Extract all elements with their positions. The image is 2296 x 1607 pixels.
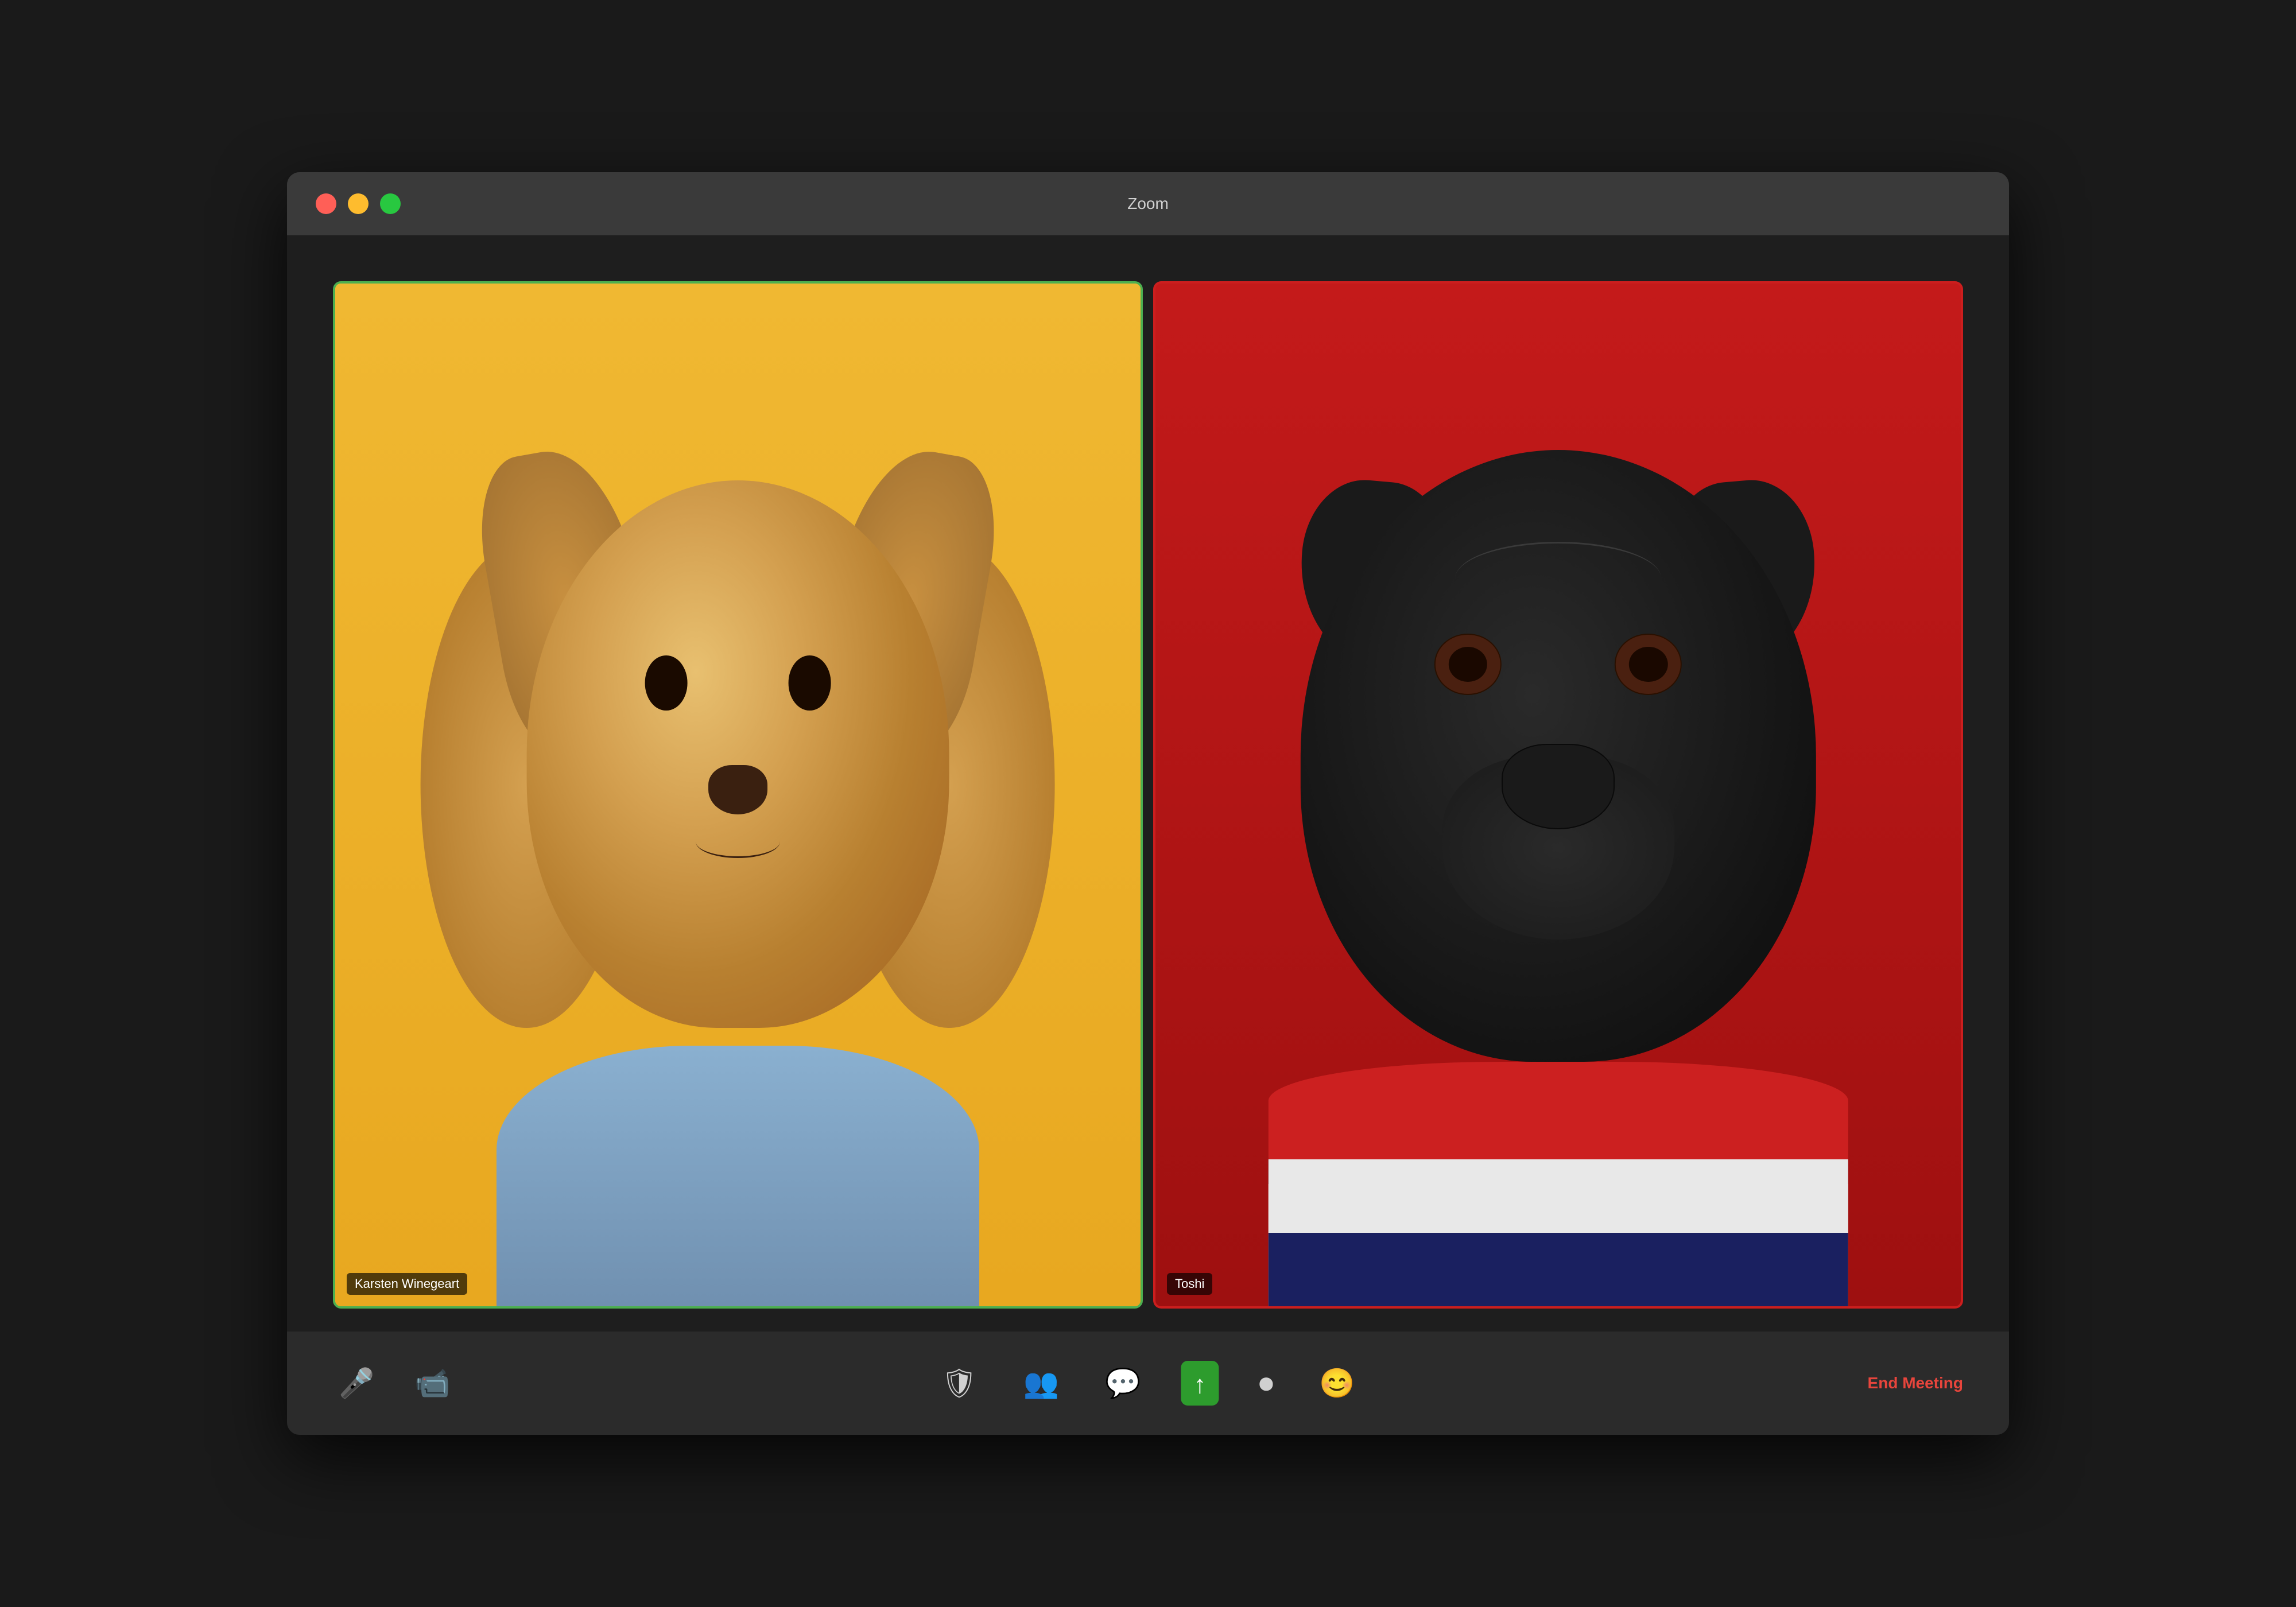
pug-eye-right — [1615, 634, 1682, 695]
main-content: Karsten Winegeart — [287, 235, 2009, 1435]
fluffy-mouth — [696, 825, 780, 858]
video-icon — [414, 1369, 450, 1398]
traffic-lights — [316, 193, 401, 214]
participant-tile-karsten[interactable]: Karsten Winegeart — [333, 281, 1143, 1309]
participant-name-karsten: Karsten Winegeart — [347, 1273, 467, 1295]
chat-button[interactable] — [1099, 1363, 1146, 1403]
fluffy-head — [526, 480, 949, 1089]
participants-icon — [1023, 1369, 1059, 1398]
video-feed-toshi — [1155, 284, 1961, 1306]
participant-tile-toshi[interactable]: Toshi — [1153, 281, 1963, 1309]
pug-wrinkle — [1455, 542, 1661, 615]
pug-face — [1301, 450, 1816, 1061]
pug-head — [1301, 450, 1816, 1061]
chat-icon — [1105, 1369, 1141, 1398]
fluffy-eye-right — [789, 655, 831, 710]
zoom-window: Zoom — [287, 172, 2009, 1435]
fluffy-body — [497, 1046, 980, 1306]
toolbar-center — [935, 1361, 1360, 1406]
mute-button[interactable] — [333, 1363, 380, 1403]
participants-grid: Karsten Winegeart — [333, 281, 1963, 1309]
video-area: Karsten Winegeart — [287, 235, 2009, 1332]
fluffy-eye-left — [645, 655, 687, 710]
toolbar-left — [333, 1363, 456, 1403]
security-button[interactable] — [935, 1363, 983, 1403]
reactions-button[interactable] — [1313, 1363, 1360, 1403]
close-button[interactable] — [316, 193, 336, 214]
video-feed-karsten — [335, 284, 1141, 1306]
mic-icon — [339, 1369, 374, 1398]
share-screen-button[interactable] — [1181, 1361, 1219, 1406]
pug-eye-left — [1434, 634, 1502, 695]
pug-stripe-red — [1268, 1062, 1848, 1159]
minimize-button[interactable] — [348, 193, 369, 214]
record-icon — [1259, 1369, 1273, 1398]
window-title: Zoom — [1127, 195, 1169, 213]
record-button[interactable] — [1253, 1363, 1279, 1403]
dog-toshi — [1236, 386, 1880, 1306]
titlebar: Zoom — [287, 172, 2009, 235]
participant-name-toshi: Toshi — [1167, 1273, 1212, 1295]
maximize-button[interactable] — [380, 193, 401, 214]
video-button[interactable] — [409, 1363, 456, 1403]
toolbar: End Meeting — [287, 1332, 2009, 1435]
pug-stripe-white — [1268, 1159, 1848, 1233]
toolbar-right: End Meeting — [1868, 1374, 1963, 1392]
end-meeting-button[interactable]: End Meeting — [1868, 1374, 1963, 1392]
share-screen-icon — [1193, 1369, 1206, 1398]
fluffy-face — [526, 480, 949, 1028]
pug-stripe-blue — [1268, 1233, 1848, 1306]
pug-body — [1268, 1062, 1848, 1306]
pug-nose — [1502, 744, 1615, 829]
reactions-icon — [1319, 1369, 1355, 1398]
security-icon — [941, 1369, 977, 1398]
participants-button[interactable] — [1018, 1363, 1065, 1403]
fluffy-nose — [708, 765, 767, 814]
dog-karsten — [436, 437, 1040, 1306]
